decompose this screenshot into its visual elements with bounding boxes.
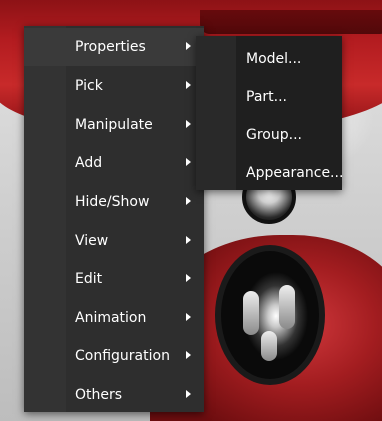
menu-item-label: Manipulate [75,117,153,133]
submenu-item-model[interactable]: Model... [196,40,342,78]
menu-item-label: Others [75,387,123,403]
chevron-right-icon [186,274,191,282]
menu-item-add[interactable]: Add [24,144,204,182]
submenu-item-group[interactable]: Group... [196,116,342,154]
menu-item-view[interactable]: View [24,222,204,260]
chevron-right-icon [186,197,191,205]
menu-item-pick[interactable]: Pick [24,67,204,105]
menu-item-label: Hide/Show [75,194,150,210]
chevron-right-icon [186,313,191,321]
menu-item-others[interactable]: Others [24,376,204,414]
submenu-item-label: Part... [246,89,287,105]
menu-item-edit[interactable]: Edit [24,260,204,298]
menu-item-animation[interactable]: Animation [24,299,204,337]
submenu-item-label: Group... [246,127,302,143]
chevron-right-icon [186,390,191,398]
chevron-right-icon [186,81,191,89]
menu-item-label: Animation [75,310,147,326]
menu-item-hide-show[interactable]: Hide/Show [24,183,204,221]
menu-item-label: Add [75,155,103,171]
menu-item-label: View [75,233,109,249]
car-wheel-lower [215,245,325,385]
context-menu: Properties Pick Manipulate Add Hide/Show… [24,26,204,412]
menu-item-manipulate[interactable]: Manipulate [24,106,204,144]
wheel-spoke [261,331,277,361]
menu-item-label: Pick [75,78,103,94]
chevron-right-icon [186,351,191,359]
menu-item-label: Configuration [75,348,170,364]
chevron-right-icon [186,158,191,166]
menu-item-label: Edit [75,271,103,287]
chevron-right-icon [186,42,191,50]
submenu-item-appearance[interactable]: Appearance... [196,154,344,192]
chevron-right-icon [186,120,191,128]
submenu-item-part[interactable]: Part... [196,78,342,116]
chevron-right-icon [186,236,191,244]
menu-item-label: Properties [75,39,146,55]
submenu-item-label: Appearance... [246,165,344,181]
wheel-spoke [279,285,295,329]
menu-item-configuration[interactable]: Configuration [24,337,204,375]
car-model-trim [200,10,382,34]
submenu-item-label: Model... [246,51,302,67]
properties-submenu: Model... Part... Group... Appearance... [196,36,344,192]
wheel-spoke [243,291,259,335]
menu-item-properties[interactable]: Properties [24,28,204,66]
